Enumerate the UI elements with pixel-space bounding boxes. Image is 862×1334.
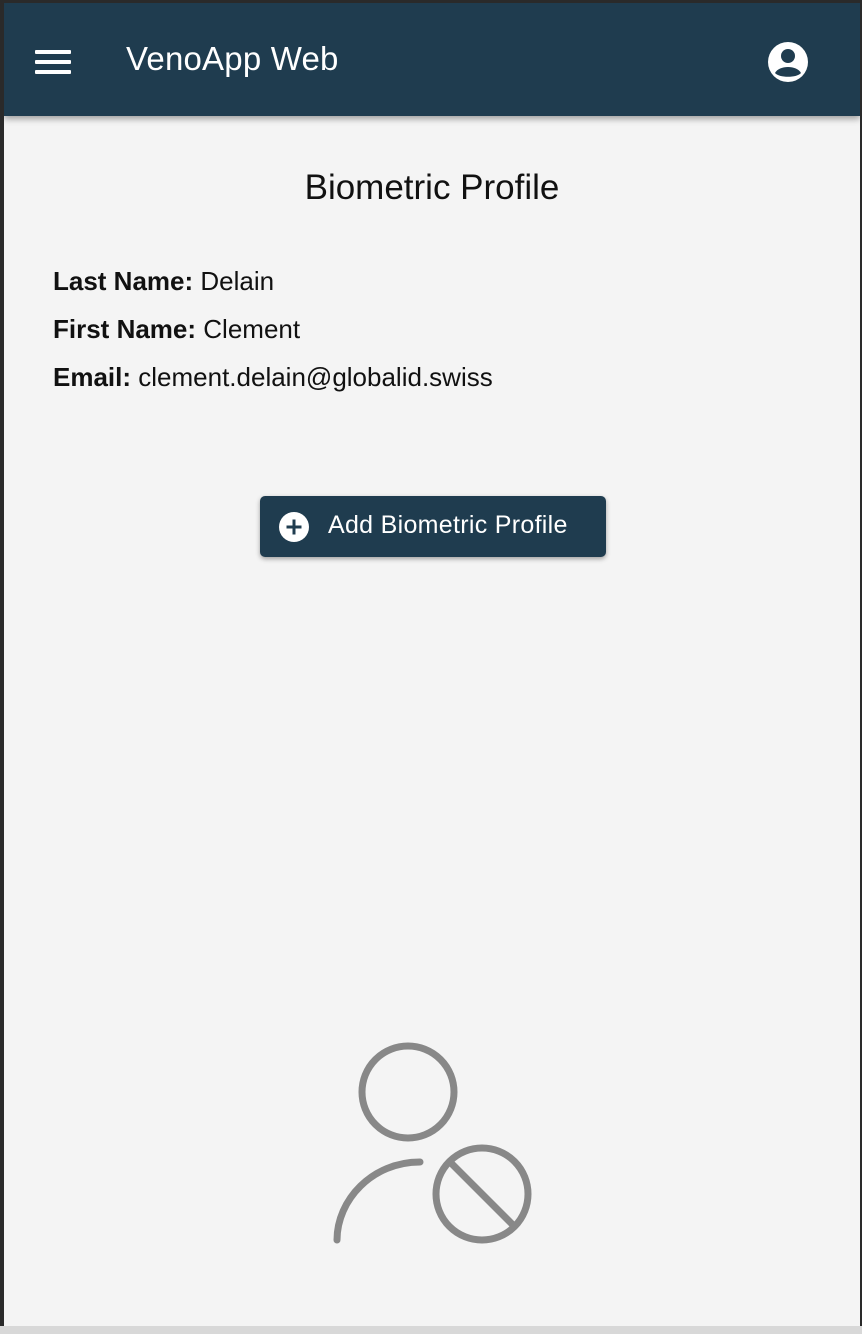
hamburger-menu-icon-bar: [35, 60, 71, 64]
email-label: Email:: [53, 362, 132, 392]
app-title: VenoApp Web: [126, 40, 339, 77]
first-name-value: Clement: [203, 314, 301, 344]
app-window: VenoApp Web Biometric Profile Last Name:…: [4, 3, 860, 1329]
last-name-row: Last Name: Delain: [53, 266, 274, 297]
last-name-value: Delain: [200, 266, 275, 296]
hamburger-menu-icon: [35, 50, 71, 54]
add-circle-icon: [279, 512, 309, 542]
menu-button[interactable]: [26, 38, 80, 84]
hamburger-menu-icon-bar: [35, 70, 71, 74]
bottom-edge: [0, 1326, 862, 1334]
last-name-label: Last Name:: [53, 266, 194, 296]
first-name-label: First Name:: [53, 314, 197, 344]
account-button[interactable]: [765, 39, 811, 85]
page-title: Biometric Profile: [304, 168, 560, 207]
account-circle-icon: [768, 42, 808, 82]
first-name-row: First Name: Clement: [53, 314, 300, 345]
add-biometric-profile-label: Add Biometric Profile: [328, 511, 568, 539]
add-biometric-profile-button[interactable]: Add Biometric Profile: [260, 496, 606, 557]
person-blocked-icon: [333, 1042, 532, 1244]
email-value: clement.delain@globalid.swiss: [138, 362, 493, 392]
email-row: Email: clement.delain@globalid.swiss: [53, 362, 493, 393]
app-bar: VenoApp Web: [4, 3, 860, 116]
